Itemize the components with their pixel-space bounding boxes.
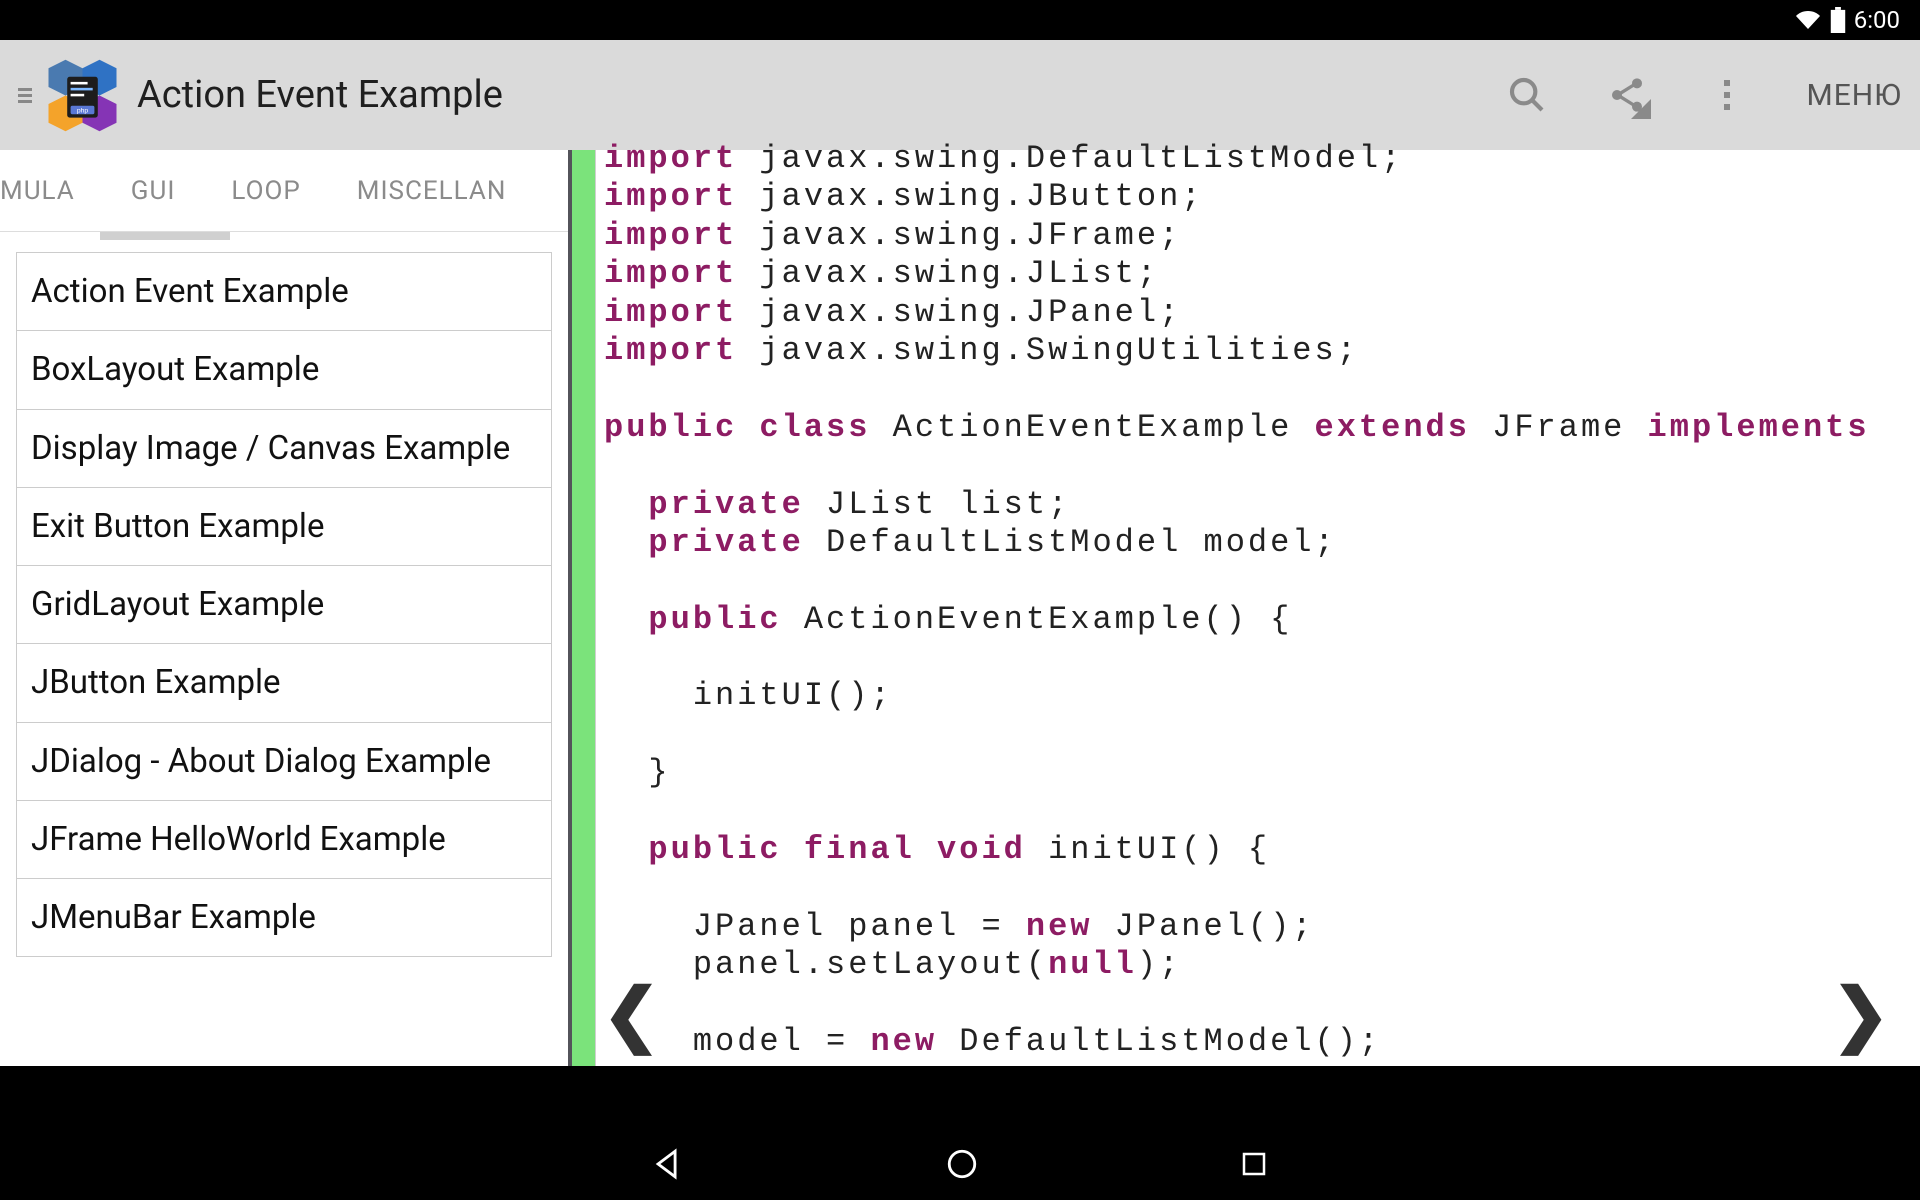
svg-text:php: php xyxy=(77,107,89,114)
app-icon: php xyxy=(40,53,125,138)
tab-0[interactable]: MULA xyxy=(0,150,103,231)
code-viewer[interactable]: import javax.swing.DefaultListModel; imp… xyxy=(572,150,1920,1066)
letterbox xyxy=(0,1066,1920,1132)
next-page-icon[interactable]: ❯ xyxy=(1831,973,1890,1056)
list-item[interactable]: BoxLayout Example xyxy=(17,331,551,409)
line-gutter xyxy=(572,150,596,1066)
status-time: 6:00 xyxy=(1854,6,1900,34)
back-icon[interactable] xyxy=(651,1147,685,1185)
list-item[interactable]: JMenuBar Example xyxy=(17,879,551,956)
list-item[interactable]: Exit Button Example xyxy=(17,488,551,566)
share-icon[interactable] xyxy=(1607,75,1647,115)
list-item[interactable]: GridLayout Example xyxy=(17,566,551,644)
list-item[interactable]: Display Image / Canvas Example xyxy=(17,410,551,488)
search-icon[interactable] xyxy=(1507,75,1547,115)
list-item[interactable]: JButton Example xyxy=(17,644,551,722)
overflow-icon[interactable] xyxy=(1707,75,1747,115)
tab-1[interactable]: GUI xyxy=(103,150,204,231)
menu-button[interactable]: МЕНЮ xyxy=(1807,78,1902,113)
active-tab-indicator xyxy=(100,232,230,240)
list-item[interactable]: JDialog - About Dialog Example xyxy=(17,723,551,801)
android-nav-bar xyxy=(0,1132,1920,1200)
list-item[interactable]: Action Event Example xyxy=(17,253,551,331)
tab-bar[interactable]: MULA GUI LOOP MISCELLAN xyxy=(0,150,568,232)
list-item[interactable]: JFrame HelloWorld Example xyxy=(17,801,551,879)
recent-apps-icon[interactable] xyxy=(1239,1149,1269,1183)
home-icon[interactable] xyxy=(945,1147,979,1185)
android-status-bar: 6:00 xyxy=(0,0,1920,40)
content-area: MULA GUI LOOP MISCELLAN Action Event Exa… xyxy=(0,150,1920,1066)
example-list: Action Event Example BoxLayout Example D… xyxy=(16,252,552,957)
app-bar: php Action Event Example МЕНЮ xyxy=(0,40,1920,150)
page-title: Action Event Example xyxy=(137,73,1507,117)
source-code[interactable]: import javax.swing.DefaultListModel; imp… xyxy=(596,136,1920,1066)
drawer-icon[interactable] xyxy=(18,85,32,106)
tab-2[interactable]: LOOP xyxy=(203,150,328,231)
tab-3[interactable]: MISCELLAN xyxy=(329,150,535,231)
wifi-icon xyxy=(1794,8,1822,32)
sidebar: MULA GUI LOOP MISCELLAN Action Event Exa… xyxy=(0,150,572,1066)
battery-icon xyxy=(1830,7,1846,33)
prev-page-icon[interactable]: ❮ xyxy=(602,973,661,1056)
